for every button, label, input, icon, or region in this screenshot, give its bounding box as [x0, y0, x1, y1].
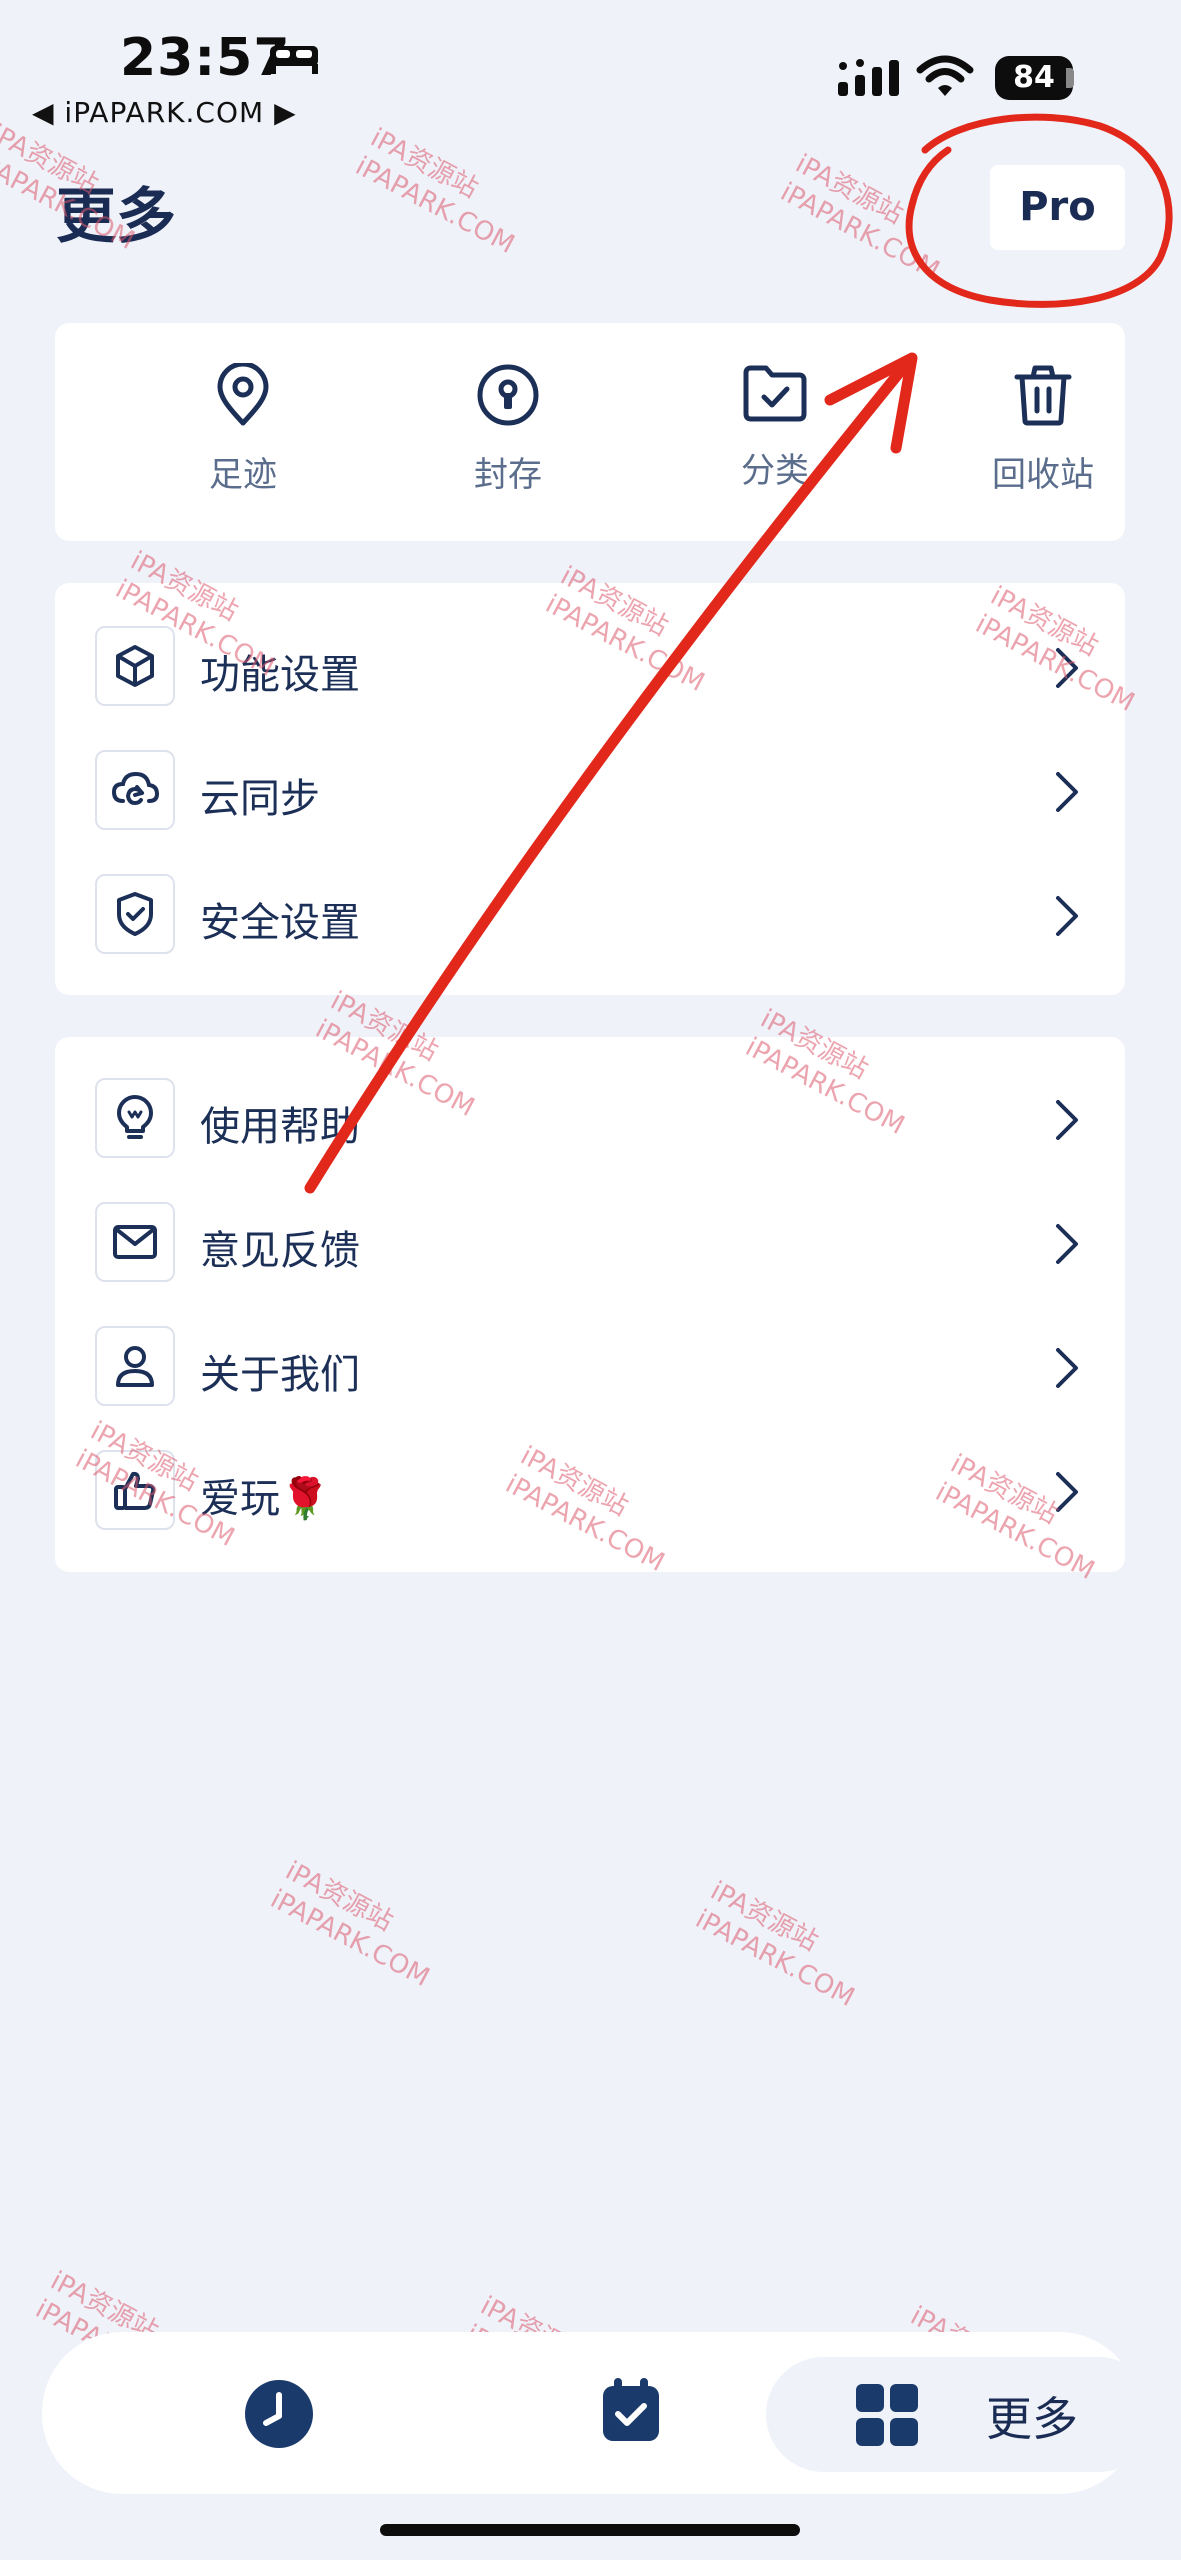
- menu-row-aiwan[interactable]: 爱玩🌹: [55, 1430, 1125, 1554]
- quick-action-label: 封存: [474, 455, 542, 495]
- quick-actions-card: 足迹 封存 分类 回收站: [55, 323, 1125, 541]
- watermark-line: iPAPARK.COM: [350, 151, 520, 260]
- tab-tasks[interactable]: [552, 2332, 712, 2494]
- row-icon-frame: [95, 874, 175, 954]
- row-icon-frame: [95, 626, 175, 706]
- menu-row-feature-settings[interactable]: 功能设置: [55, 606, 1125, 730]
- tab-more[interactable]: 更多: [766, 2357, 1156, 2472]
- mail-icon: [113, 1225, 157, 1259]
- watermark: iPA资源站iPAPARK.COM: [690, 1875, 875, 2014]
- menu-row-label: 功能设置: [200, 652, 360, 698]
- row-icon-frame: [95, 1202, 175, 1282]
- quick-action-category[interactable]: 分类: [675, 363, 875, 492]
- menu-row-help[interactable]: 使用帮助: [55, 1058, 1125, 1182]
- calendar-check-icon: [603, 2378, 659, 2441]
- watermark-line: iPA资源站: [365, 122, 483, 205]
- trash-icon: [1014, 365, 1072, 426]
- menu-row-security-settings[interactable]: 安全设置: [55, 854, 1125, 978]
- pro-button[interactable]: Pro: [990, 165, 1125, 250]
- chevron-right-icon: [1056, 1224, 1078, 1264]
- row-icon-frame: [95, 1450, 175, 1530]
- menu-row-label: 使用帮助: [200, 1104, 360, 1150]
- watermark-line: iPA资源站: [280, 1855, 398, 1938]
- row-icon-frame: [95, 1326, 175, 1406]
- home-indicator[interactable]: [380, 2524, 800, 2536]
- row-icon-frame: [95, 1078, 175, 1158]
- watermark-line: iPAPARK.COM: [265, 1884, 435, 1993]
- folder-check-icon: [743, 365, 807, 422]
- clock-icon: [245, 2380, 313, 2448]
- sleep-focus-icon: [270, 46, 318, 74]
- watermark-line: iPA资源站: [790, 148, 908, 231]
- back-to-app-link[interactable]: ◀ iPAPARK.COM ▶: [32, 96, 297, 129]
- box-icon: [116, 645, 154, 687]
- chevron-right-icon: [1056, 1348, 1078, 1388]
- shield-check-icon: [117, 892, 153, 936]
- tab-more-label: 更多: [986, 2392, 1078, 2446]
- menu-row-cloud-sync[interactable]: 云同步: [55, 730, 1125, 854]
- battery-level: 84: [995, 56, 1073, 100]
- menu-row-label: 爱玩🌹: [200, 1476, 330, 1522]
- quick-action-label: 分类: [741, 451, 809, 491]
- row-icon-frame: [95, 750, 175, 830]
- menu-row-label: 安全设置: [200, 900, 360, 946]
- help-card: 使用帮助 意见反馈 关于我们 爱玩🌹: [55, 1037, 1125, 1572]
- watermark-line: iPA资源站: [705, 1875, 823, 1958]
- tab-history[interactable]: [202, 2332, 362, 2494]
- tab-bar: 更多: [42, 2332, 1156, 2494]
- quick-action-label: 足迹: [209, 455, 277, 495]
- location-pin-icon: [217, 363, 269, 426]
- watermark: iPA资源站iPAPARK.COM: [265, 1855, 450, 1994]
- battery-cap: [1066, 68, 1074, 88]
- quick-action-archive[interactable]: 封存: [408, 363, 608, 496]
- cellular-signal-icon: [838, 59, 899, 96]
- user-icon: [116, 1346, 154, 1387]
- settings-card: 功能设置 云同步 安全设置: [55, 583, 1125, 995]
- menu-row-label: 关于我们: [200, 1352, 360, 1398]
- status-time: 23:57: [120, 28, 291, 88]
- watermark-line: iPAPARK.COM: [775, 177, 945, 286]
- lightbulb-icon: [117, 1095, 153, 1139]
- chevron-right-icon: [1056, 896, 1078, 936]
- chevron-right-icon: [1056, 1100, 1078, 1140]
- quick-action-trash[interactable]: 回收站: [943, 363, 1143, 496]
- menu-row-label: 云同步: [200, 776, 320, 822]
- watermark: iPA资源站iPAPARK.COM: [775, 148, 960, 287]
- chevron-right-icon: [1056, 648, 1078, 688]
- watermark-line: iPAPARK.COM: [690, 1904, 860, 2013]
- page-title: 更多: [56, 182, 176, 252]
- menu-row-label: 意见反馈: [200, 1228, 360, 1274]
- archive-lock-icon: [477, 364, 539, 426]
- chevron-right-icon: [1056, 772, 1078, 812]
- grid-icon: [856, 2384, 918, 2446]
- thumbs-up-icon: [114, 1471, 156, 1510]
- watermark: iPA资源站iPAPARK.COM: [350, 122, 535, 261]
- menu-row-feedback[interactable]: 意见反馈: [55, 1182, 1125, 1306]
- chevron-right-icon: [1056, 1472, 1078, 1512]
- cloud-sync-icon: [111, 771, 159, 806]
- quick-action-footprints[interactable]: 足迹: [143, 363, 343, 496]
- quick-action-label: 回收站: [992, 455, 1094, 495]
- wifi-icon: [916, 55, 974, 96]
- menu-row-about[interactable]: 关于我们: [55, 1306, 1125, 1430]
